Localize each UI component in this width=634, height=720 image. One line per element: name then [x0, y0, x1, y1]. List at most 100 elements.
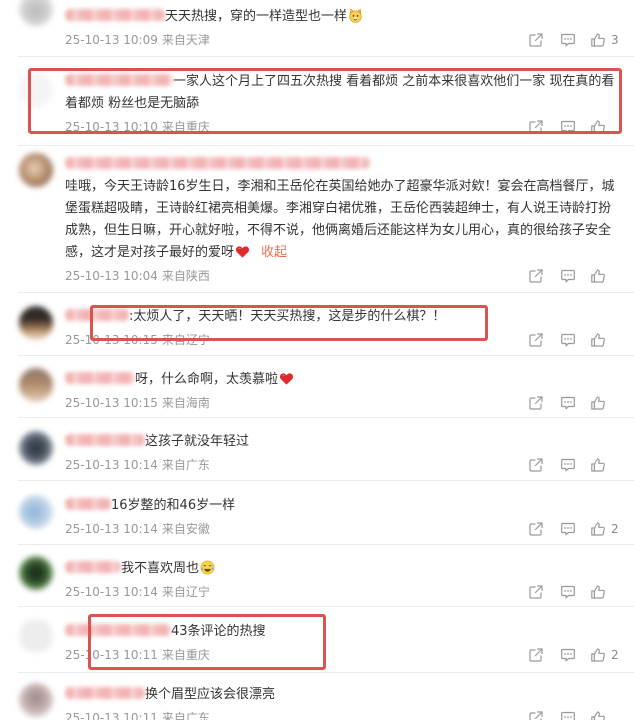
like-icon[interactable] [590, 584, 606, 600]
laugh-emoji-icon [200, 560, 215, 575]
like-icon[interactable] [590, 647, 606, 663]
comment-body: 这孩子就没年轻过 25-10-13 10:14 来自广东 [65, 431, 634, 476]
avatar[interactable] [19, 619, 53, 653]
avatar[interactable] [19, 683, 53, 717]
share-icon[interactable] [528, 457, 544, 473]
comment-location: 来自陕西 [161, 269, 210, 283]
comment-actions [528, 329, 606, 351]
comment-actions: 2 [528, 644, 619, 666]
avatar[interactable] [19, 368, 53, 402]
comment-text: 堡蛋糕超吸睛，王诗龄红裙亮相美爆。李湘穿白裙优雅，王岳伦西装超绅士，有人说王诗龄… [65, 201, 612, 216]
doge-emoji-icon [348, 8, 363, 23]
comment-text: 呀，什么命啊，太羡慕啦 [135, 372, 279, 387]
like-icon[interactable] [590, 710, 606, 720]
avatar[interactable] [19, 556, 53, 590]
comment-text: 我不喜欢周也 [121, 561, 200, 576]
share-icon[interactable] [528, 710, 544, 720]
like-icon[interactable] [590, 32, 606, 48]
comment-text-line [65, 154, 634, 176]
comment-text-line: 感，这才是对孩子最好的爱呀 收起 [65, 242, 634, 264]
comment-text: 感，这才是对孩子最好的爱呀 [65, 245, 235, 260]
divider [18, 145, 634, 146]
username-link[interactable] [65, 498, 111, 510]
share-icon[interactable] [528, 268, 544, 284]
comment-meta: 25-10-13 10:15 来自海南 [65, 392, 634, 414]
comment-text-line: 呀，什么命啊，太羡慕啦 [65, 369, 634, 391]
comment-body: 天天热搜，穿的一样造型也一样 25-10-13 10:09 来自天津 3 [65, 6, 634, 51]
username-link[interactable] [65, 157, 370, 169]
comment-body: 我不喜欢周也 25-10-13 10:14 来自辽宁 [65, 558, 634, 603]
comment-body: 呀，什么命啊，太羡慕啦 25-10-13 10:15 来自海南 [65, 369, 634, 414]
comment-text-line: 堡蛋糕超吸睛，王诗龄红裙亮相美爆。李湘穿白裙优雅，王岳伦西装超绅士，有人说王诗龄… [65, 198, 634, 220]
comment-icon[interactable] [560, 268, 576, 284]
divider [18, 355, 634, 356]
divider [18, 292, 634, 293]
username-link[interactable] [65, 372, 135, 384]
like-icon[interactable] [590, 268, 606, 284]
divider [18, 56, 634, 57]
avatar[interactable] [19, 0, 53, 26]
comment-actions: 2 [528, 518, 619, 540]
comment-body: 哇哦，今天王诗龄16岁生日，李湘和王岳伦在英国给她办了超豪华派对欸！宴会在高档餐… [65, 154, 634, 287]
comment-text: 天天热搜，穿的一样造型也一样 [165, 9, 348, 24]
comment-meta: 25-10-13 10:14 来自安徽 2 [65, 518, 634, 540]
username-link[interactable] [65, 434, 145, 446]
comment-actions [528, 265, 606, 287]
like-icon[interactable] [590, 457, 606, 473]
comment-icon[interactable] [560, 395, 576, 411]
comment-time: 25-10-13 10:04 [65, 269, 158, 283]
comment-icon[interactable] [560, 32, 576, 48]
comment-time: 25-10-13 10:15 [65, 396, 158, 410]
comment-actions [528, 707, 606, 720]
divider [18, 672, 634, 673]
comment-icon[interactable] [560, 584, 576, 600]
share-icon[interactable] [528, 395, 544, 411]
divider [18, 417, 634, 418]
comment-time: 25-10-13 10:11 [65, 711, 158, 720]
comment-time: 25-10-13 10:14 [65, 458, 158, 472]
comment-location: 来自广东 [161, 711, 210, 720]
like-icon[interactable] [590, 395, 606, 411]
share-icon[interactable] [528, 332, 544, 348]
like-count: 2 [611, 648, 619, 662]
comment-body: 换个眉型应该会很漂亮 25-10-13 10:11 来自广东 [65, 684, 634, 720]
comment-meta: 25-10-13 10:14 来自广东 [65, 454, 634, 476]
highlight-box [88, 614, 326, 670]
comment-text: 成熟，但生日嘛，开心就好啦，不得不说，他俩离婚后还能这样为女儿用心，真的很给孩子… [65, 223, 612, 238]
comment-location: 来自安徽 [161, 522, 210, 536]
avatar[interactable] [19, 153, 53, 187]
like-count: 2 [611, 522, 619, 536]
comment-meta: 25-10-13 10:11 来自广东 [65, 707, 634, 720]
comment-icon[interactable] [560, 521, 576, 537]
comment-icon[interactable] [560, 332, 576, 348]
highlight-box [90, 305, 488, 341]
like-count: 3 [611, 33, 619, 47]
collapse-link[interactable]: 收起 [261, 245, 287, 260]
heart-emoji-icon [279, 371, 294, 386]
comment-icon[interactable] [560, 710, 576, 720]
share-icon[interactable] [528, 521, 544, 537]
avatar[interactable] [19, 431, 53, 465]
like-icon[interactable] [590, 332, 606, 348]
like-icon[interactable] [590, 521, 606, 537]
share-icon[interactable] [528, 32, 544, 48]
comment-text: 换个眉型应该会很漂亮 [145, 687, 276, 702]
comment-time: 25-10-13 10:09 [65, 33, 158, 47]
avatar[interactable] [19, 306, 53, 340]
comment-icon[interactable] [560, 457, 576, 473]
comment-meta: 25-10-13 10:04 来自陕西 [65, 265, 634, 287]
share-icon[interactable] [528, 584, 544, 600]
username-link[interactable] [65, 561, 121, 573]
share-icon[interactable] [528, 647, 544, 663]
avatar[interactable] [19, 495, 53, 529]
comment-icon[interactable] [560, 647, 576, 663]
divider [18, 606, 634, 607]
comment-location: 来自辽宁 [161, 585, 210, 599]
divider [18, 480, 634, 481]
comment-text-line: 我不喜欢周也 [65, 558, 634, 580]
comment-text-line: 天天热搜，穿的一样造型也一样 [65, 6, 634, 28]
username-link[interactable] [65, 687, 145, 699]
username-link[interactable] [65, 9, 165, 21]
comment-actions [528, 392, 606, 414]
comment-actions: 3 [528, 29, 619, 51]
